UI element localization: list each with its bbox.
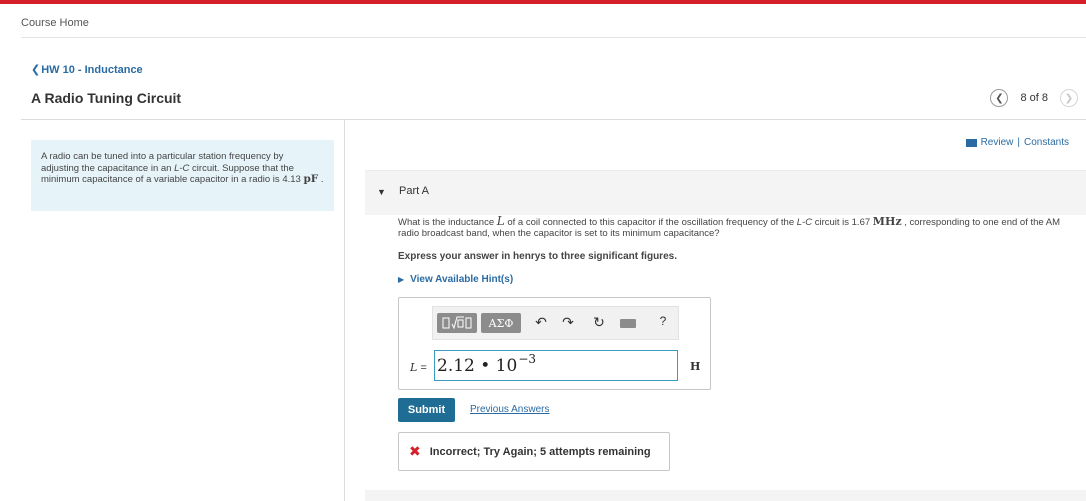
top-accent-bar [0,0,1086,4]
problem-text: . [318,174,324,185]
book-icon [965,138,977,147]
answer-unit: H [690,360,701,373]
chevron-left-icon: ❮ [995,92,1004,104]
fraction-radical-icon [442,316,472,330]
chevron-left-icon: ❮ [31,64,41,76]
pager: ❮ 8 of 8 ❯ [990,89,1078,107]
next-section-strip [365,490,1086,501]
undo-icon[interactable]: ↶ [532,314,550,331]
answer-equals: = [417,362,427,374]
view-hints-link[interactable]: ▶ View Available Hint(s) [398,274,513,285]
problem-statement: A radio can be tuned into a particular s… [31,140,334,211]
feedback-box: ✖ Incorrect; Try Again; 5 attempts remai… [398,432,670,471]
submit-button[interactable]: Submit [398,398,455,422]
review-link[interactable]: Review [981,137,1014,148]
page-title: A Radio Tuning Circuit [31,90,182,106]
back-link[interactable]: ❮ HW 10 - Inductance [31,63,143,77]
back-link-label: HW 10 - Inductance [41,63,143,76]
capacitance-value: 4.13 [282,174,301,185]
error-x-icon: ✖ [409,443,421,459]
templates-button[interactable] [437,313,477,333]
feedback-message: Incorrect; Try Again; 5 attempts remaini… [429,445,651,458]
column-divider [344,120,345,501]
problem-circuit: L-C [174,162,190,174]
constants-link[interactable]: Constants [1024,137,1069,148]
previous-item-button[interactable]: ❮ [990,89,1009,107]
collapse-triangle-icon: ▼ [377,187,386,197]
question-circuit: L-C [796,217,813,228]
expand-triangle-icon: ▶ [398,275,405,284]
reset-icon[interactable]: ↻ [590,314,608,331]
link-separator: | [1017,137,1020,148]
capacitance-unit: pF [303,173,319,185]
divider [21,119,1086,120]
answer-label: L = [410,361,427,374]
keyboard-icon[interactable] [620,319,636,328]
help-button[interactable]: ? [654,314,672,328]
question-text: What is the inductance L of a coil conne… [398,214,1068,239]
math-toolbar: ΑΣΦ ↶ ↷ ↻ ? [432,306,679,340]
answer-value: 2.12 • 10 [437,355,518,376]
chevron-right-icon: ❯ [1064,92,1074,104]
answer-instructions: Express your answer in henrys to three s… [398,251,677,262]
question-fragment: of a coil connected to this capacitor if… [504,217,797,228]
course-home-link[interactable]: Course Home [21,17,89,29]
answer-exponent: −3 [518,351,537,366]
answer-input[interactable]: 2.12 • 10 −3 [434,350,678,381]
part-a-header[interactable]: ▼ Part A [365,170,1086,215]
redo-icon[interactable]: ↷ [559,314,577,331]
hints-label: View Available Hint(s) [410,274,514,285]
divider [21,37,1086,38]
question-fragment: circuit is 1.67 [812,217,873,228]
inductance-symbol: L [496,214,505,228]
part-label: Part A [399,185,429,197]
answer-box: ΑΣΦ ↶ ↷ ↻ ? L = 2.12 • 10 −3 H [398,297,711,390]
next-item-button[interactable]: ❯ [1060,89,1078,107]
pager-count: 8 of 8 [1020,92,1048,104]
frequency-unit: MHz [872,215,902,228]
previous-answers-link[interactable]: Previous Answers [470,404,549,415]
question-fragment: What is the inductance [398,217,497,228]
review-constants-links: Review | Constants [965,137,1069,148]
greek-symbols-button[interactable]: ΑΣΦ [481,313,521,333]
